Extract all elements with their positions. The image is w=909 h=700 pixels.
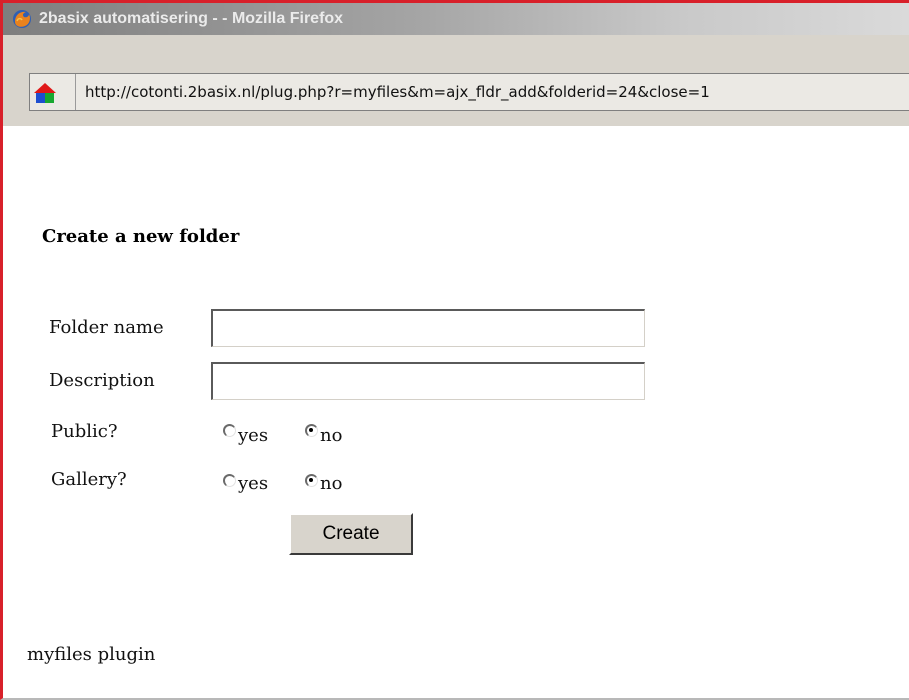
- folder-name-label: Folder name: [49, 317, 164, 338]
- public-no-label: no: [320, 425, 343, 446]
- public-yes-label: yes: [238, 425, 269, 446]
- url-text[interactable]: http://cotonti.2basix.nl/plug.php?r=myfi…: [85, 81, 710, 103]
- window-title: 2basix automatisering - - Mozilla Firefo…: [39, 10, 344, 27]
- public-label: Public?: [51, 421, 118, 442]
- public-no-radio[interactable]: [305, 424, 318, 437]
- page-title: Create a new folder: [42, 226, 240, 247]
- create-button[interactable]: Create: [289, 513, 413, 555]
- description-input[interactable]: [211, 362, 645, 400]
- address-divider: [75, 74, 76, 110]
- browser-popup-window: 2basix automatisering - - Mozilla Firefo…: [0, 0, 909, 700]
- gallery-label: Gallery?: [51, 469, 127, 490]
- description-label: Description: [49, 370, 155, 391]
- firefox-icon: [13, 10, 31, 28]
- page-content: [3, 126, 909, 698]
- gallery-no-label: no: [320, 473, 343, 494]
- public-yes-radio[interactable]: [223, 424, 236, 437]
- gallery-yes-radio[interactable]: [223, 474, 236, 487]
- toolbar-area: [3, 35, 909, 62]
- gallery-yes-label: yes: [238, 473, 269, 494]
- folder-name-input[interactable]: [211, 309, 645, 347]
- site-icon: [34, 83, 56, 103]
- footer-text: myfiles plugin: [27, 644, 156, 665]
- title-bar: 2basix automatisering - - Mozilla Firefo…: [3, 3, 909, 35]
- gallery-no-radio[interactable]: [305, 474, 318, 487]
